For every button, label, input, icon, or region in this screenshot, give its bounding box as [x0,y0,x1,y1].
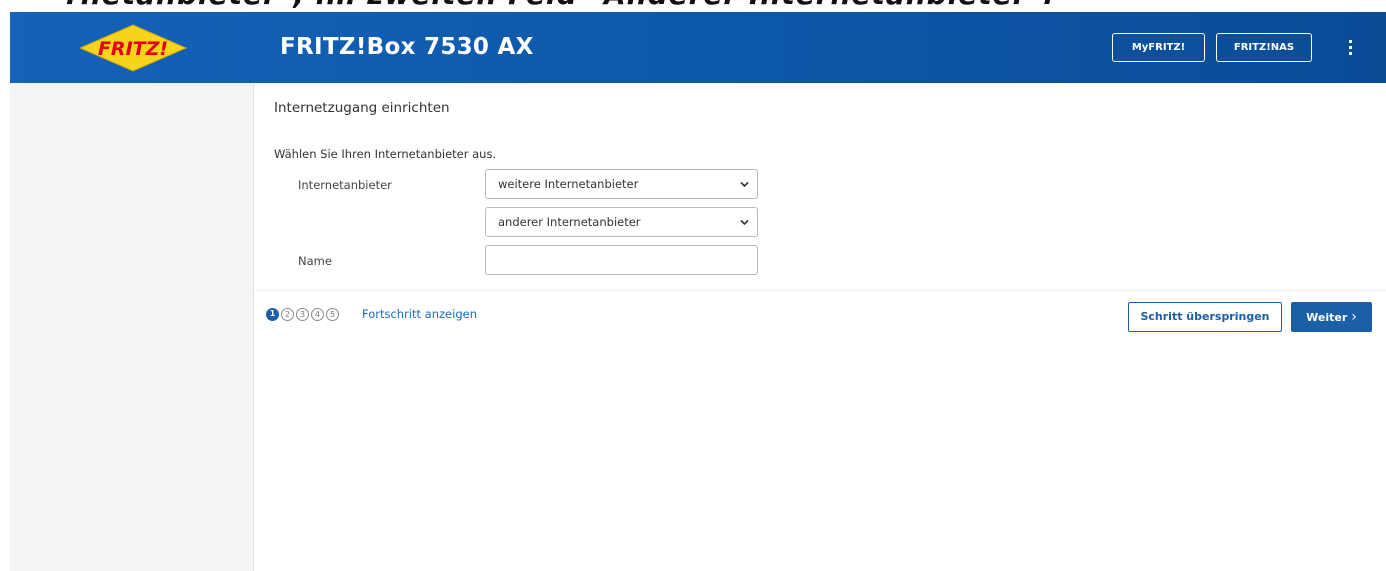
chevron-right-icon: › [1351,309,1357,325]
provider-value: anderer Internetanbieter [498,215,641,229]
sidebar [10,83,254,571]
fritz-logo: FRITZ! [78,24,188,72]
name-label: Name [298,254,332,268]
next-button[interactable]: Weiter › [1291,302,1372,332]
step-4-indicator: 4 [311,307,324,321]
provider-group-select[interactable]: weitere Internetanbieter [485,169,758,199]
svg-text:FRITZ!: FRITZ! [98,38,168,60]
step-2-indicator: 2 [281,307,294,321]
fritz-nas-button[interactable]: FRITZ!NAS [1216,33,1312,62]
chevron-down-icon [740,219,749,226]
name-input[interactable] [485,245,758,275]
step-3-indicator: 3 [296,307,309,321]
wizard-footer: 1 2 3 4 5 Fortschritt anzeigen Schritt ü… [254,290,1386,340]
provider-group-value: weitere Internetanbieter [498,177,639,191]
step-5-indicator: 5 [326,307,339,321]
page-title: Internetzugang einrichten [274,100,450,116]
skip-step-button[interactable]: Schritt überspringen [1128,302,1282,332]
chevron-down-icon [740,181,749,188]
main-content: Internetzugang einrichten Wählen Sie Ihr… [254,83,1386,571]
myfritz-button[interactable]: MyFRITZ! [1112,33,1205,62]
cropped-caption-text: rnetanbieter", im zweiten Feld "Anderer … [0,0,1386,12]
next-button-label: Weiter [1306,311,1348,324]
caption-text: rnetanbieter", im zweiten Feld "Anderer … [66,0,1055,11]
show-progress-link[interactable]: Fortschritt anzeigen [362,307,477,321]
page-header-title: FRITZ!Box 7530 AX [280,34,534,60]
intro-text: Wählen Sie Ihren Internetanbieter aus. [274,147,497,161]
top-bar: FRITZ! FRITZ!Box 7530 AX MyFRITZ! FRITZ!… [10,12,1386,83]
provider-select[interactable]: anderer Internetanbieter [485,207,758,237]
step-indicator: 1 2 3 4 5 [266,307,341,321]
kebab-menu-icon[interactable] [1340,37,1360,59]
provider-label: Internetanbieter [298,178,392,192]
step-1-indicator: 1 [266,307,279,321]
